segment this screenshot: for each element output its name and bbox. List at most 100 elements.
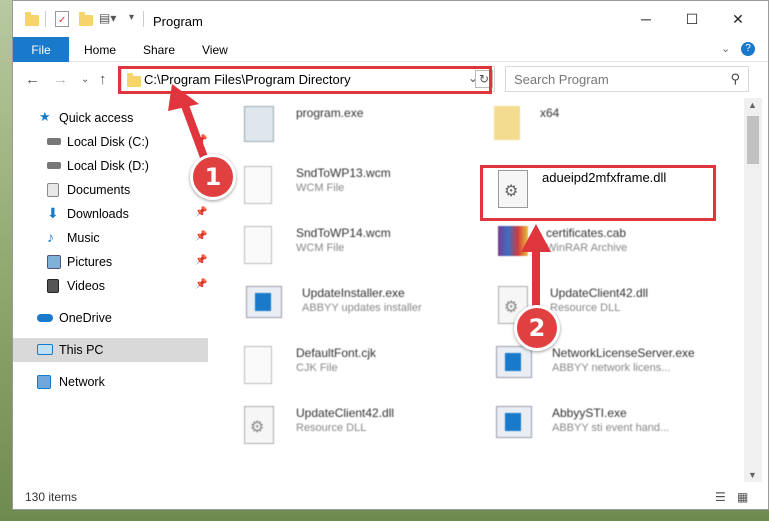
pin-icon[interactable]: 📌 bbox=[195, 135, 207, 146]
folder-icon bbox=[494, 106, 520, 140]
file-name: DefaultFont.cjk bbox=[296, 346, 377, 360]
file-name: SndToWP13.wcm bbox=[296, 166, 391, 180]
sidebar-item-local-disk-d[interactable]: Local Disk (D:) 📌 bbox=[13, 154, 208, 178]
archive-icon bbox=[498, 226, 528, 256]
sidebar-item-label: Local Disk (D:) bbox=[67, 159, 149, 173]
file-type: WCM File bbox=[296, 182, 345, 194]
pin-icon[interactable]: 📌 bbox=[195, 207, 207, 218]
documents-icon bbox=[47, 183, 59, 197]
pictures-icon bbox=[47, 255, 61, 269]
properties-icon[interactable]: ✓ bbox=[55, 11, 69, 27]
file-item[interactable]: DefaultFont.cjk CJK File bbox=[220, 340, 470, 396]
sidebar-item-label: Music bbox=[67, 231, 100, 245]
file-item[interactable]: ⚙ UpdateClient42.dll Resource DLL bbox=[220, 400, 470, 456]
search-placeholder: Search Program bbox=[514, 72, 609, 87]
step-badge-2: 2 bbox=[514, 305, 560, 351]
ribbon: File Home Share View ⌄ ? bbox=[13, 37, 768, 62]
sidebar-item-onedrive[interactable]: OneDrive bbox=[13, 306, 208, 330]
new-folder-icon[interactable] bbox=[79, 12, 93, 26]
file-type: ABBYY network licens... bbox=[552, 362, 671, 374]
item-count: 130 items bbox=[25, 490, 78, 504]
file-list: program.exe x64 SndToWP13.wcm WCM File ⚙… bbox=[220, 98, 750, 482]
folder-icon bbox=[25, 12, 39, 26]
scroll-down-icon[interactable]: ▼ bbox=[748, 470, 757, 480]
file-type: CJK File bbox=[296, 362, 338, 374]
sidebar-item-label: Downloads bbox=[67, 207, 129, 221]
drive-icon bbox=[47, 138, 61, 145]
installer-icon bbox=[496, 406, 532, 438]
minimize-button[interactable]: ─ bbox=[623, 1, 669, 37]
sidebar-item-network[interactable]: Network bbox=[13, 370, 208, 394]
exe-icon bbox=[244, 106, 274, 142]
tab-file[interactable]: File bbox=[13, 37, 69, 62]
forward-icon[interactable]: → bbox=[53, 71, 68, 88]
file-name: x64 bbox=[540, 106, 560, 120]
sidebar-item-pictures[interactable]: Pictures 📌 bbox=[13, 250, 208, 274]
large-icons-view-icon[interactable]: ▦ bbox=[737, 490, 748, 504]
sidebar-item-label: This PC bbox=[59, 343, 104, 357]
title-bar: ✓ ▤▾ ▾ Program ─ ☐ ✕ bbox=[13, 1, 768, 37]
sidebar-item-quick-access[interactable]: ★ Quick access bbox=[13, 106, 208, 130]
sidebar-item-label: Network bbox=[59, 375, 105, 389]
sidebar-item-music[interactable]: ♪ Music 📌 bbox=[13, 226, 208, 250]
file-item[interactable]: certificates.cab WinRAR Archive bbox=[470, 220, 720, 276]
tab-home[interactable]: Home bbox=[84, 43, 116, 57]
file-type: Resource DLL bbox=[550, 302, 621, 314]
close-button[interactable]: ✕ bbox=[715, 1, 761, 37]
document-icon bbox=[244, 166, 272, 204]
help-icon[interactable]: ? bbox=[741, 42, 755, 56]
details-view-icon[interactable]: ☰ bbox=[715, 490, 726, 504]
file-item[interactable]: UpdateInstaller.exe ABBYY updates instal… bbox=[220, 280, 470, 336]
sidebar-item-videos[interactable]: Videos 📌 bbox=[13, 274, 208, 298]
maximize-button[interactable]: ☐ bbox=[669, 1, 715, 37]
file-item[interactable]: SndToWP13.wcm WCM File bbox=[220, 160, 470, 216]
cloud-icon bbox=[37, 314, 53, 322]
vertical-scrollbar[interactable]: ▲ ▼ bbox=[744, 98, 762, 482]
step-badge-1: 1 bbox=[190, 154, 236, 200]
up-icon[interactable]: ↑ bbox=[99, 71, 107, 88]
quick-access-divider bbox=[45, 11, 46, 27]
file-item[interactable]: SndToWP14.wcm WCM File bbox=[220, 220, 470, 276]
search-icon[interactable]: ⚲ bbox=[730, 71, 740, 87]
status-bar: 130 items ☰ ▦ bbox=[13, 482, 768, 509]
pin-icon[interactable]: 📌 bbox=[195, 231, 207, 242]
document-icon bbox=[244, 226, 272, 264]
file-name: SndToWP14.wcm bbox=[296, 226, 391, 240]
file-item[interactable]: program.exe bbox=[220, 100, 470, 156]
file-type: WCM File bbox=[296, 242, 345, 254]
tab-share[interactable]: Share bbox=[143, 43, 175, 57]
file-highlight-box bbox=[480, 165, 716, 221]
expand-ribbon-icon[interactable]: ⌄ bbox=[721, 42, 730, 55]
address-highlight-box bbox=[118, 66, 492, 94]
sidebar-item-downloads[interactable]: ⬇ Downloads 📌 bbox=[13, 202, 208, 226]
installer-icon bbox=[246, 286, 282, 318]
sidebar-item-this-pc[interactable]: This PC bbox=[13, 338, 208, 362]
navigation-pane: ★ Quick access Local Disk (C:) 📌 Local D… bbox=[13, 98, 208, 482]
sidebar-item-local-disk-c[interactable]: Local Disk (C:) 📌 bbox=[13, 130, 208, 154]
recent-dropdown-icon[interactable]: ⌄ bbox=[81, 74, 89, 85]
sidebar-item-label: Documents bbox=[67, 183, 131, 197]
scroll-thumb[interactable] bbox=[747, 116, 759, 164]
download-icon: ⬇ bbox=[47, 205, 59, 221]
file-type: ABBYY updates installer bbox=[302, 302, 422, 314]
sidebar-item-label: OneDrive bbox=[59, 311, 112, 325]
file-name: certificates.cab bbox=[546, 226, 627, 240]
pin-icon[interactable]: 📌 bbox=[195, 255, 207, 266]
customize-icon[interactable]: ▤▾ bbox=[99, 11, 116, 31]
search-input[interactable]: Search Program ⚲ bbox=[505, 66, 749, 92]
videos-icon bbox=[47, 279, 59, 293]
file-item[interactable]: NetworkLicenseServer.exe ABBYY network l… bbox=[470, 340, 720, 396]
file-type: Resource DLL bbox=[296, 422, 367, 434]
folder-item[interactable]: x64 bbox=[470, 100, 720, 156]
sidebar-item-documents[interactable]: Documents 📌 bbox=[13, 178, 208, 202]
file-item[interactable]: AbbyySTI.exe ABBYY sti event hand... bbox=[470, 400, 720, 456]
sidebar-item-label: Videos bbox=[67, 279, 105, 293]
file-type: ABBYY sti event hand... bbox=[552, 422, 670, 434]
dropdown-icon[interactable]: ▾ bbox=[129, 12, 134, 32]
pin-icon[interactable]: 📌 bbox=[195, 279, 207, 290]
file-item[interactable]: ⚙ UpdateClient42.dll Resource DLL bbox=[470, 280, 720, 336]
tab-view[interactable]: View bbox=[202, 43, 228, 57]
file-name: AbbyySTI.exe bbox=[552, 406, 627, 420]
scroll-up-icon[interactable]: ▲ bbox=[748, 100, 757, 110]
back-icon[interactable]: ← bbox=[25, 71, 40, 88]
